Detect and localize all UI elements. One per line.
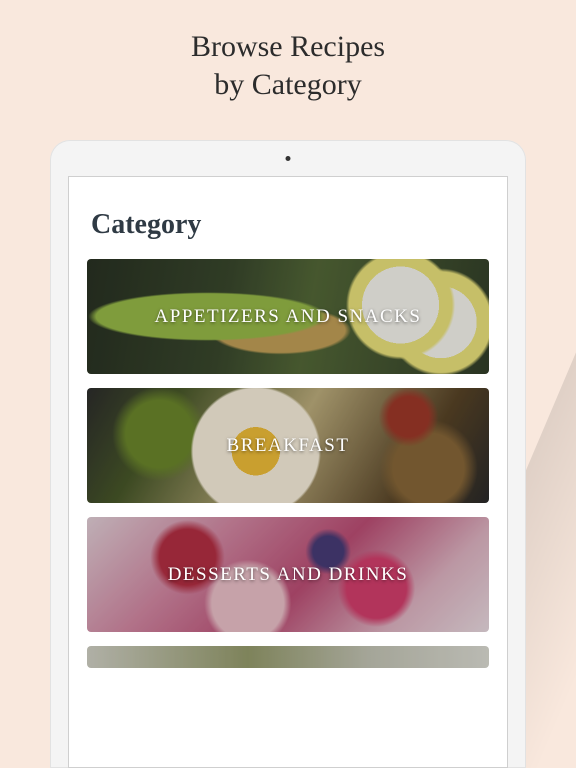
camera-icon: [286, 156, 291, 161]
tablet-device: Category APPETIZERS AND SNACKS BREAKFAST: [50, 140, 526, 768]
app-screen: Category APPETIZERS AND SNACKS BREAKFAST: [68, 176, 508, 768]
category-card-desserts[interactable]: DESSERTS AND DRINKS: [87, 517, 489, 632]
promo-title: Browse Recipes by Category: [0, 0, 576, 123]
category-list: APPETIZERS AND SNACKS BREAKFAST DESSERTS…: [87, 259, 489, 668]
category-card-breakfast[interactable]: BREAKFAST: [87, 388, 489, 503]
image-overlay: [87, 646, 489, 668]
category-label: DESSERTS AND DRINKS: [160, 564, 417, 586]
category-label: APPETIZERS AND SNACKS: [147, 306, 430, 328]
category-label: BREAKFAST: [219, 435, 358, 457]
promo-title-line1: Browse Recipes: [191, 30, 385, 63]
category-card-next[interactable]: [87, 646, 489, 668]
device-frame: Category APPETIZERS AND SNACKS BREAKFAST: [50, 140, 526, 768]
page-title: Category: [87, 209, 489, 241]
promo-title-line2: by Category: [214, 68, 361, 101]
category-card-appetizers[interactable]: APPETIZERS AND SNACKS: [87, 259, 489, 374]
